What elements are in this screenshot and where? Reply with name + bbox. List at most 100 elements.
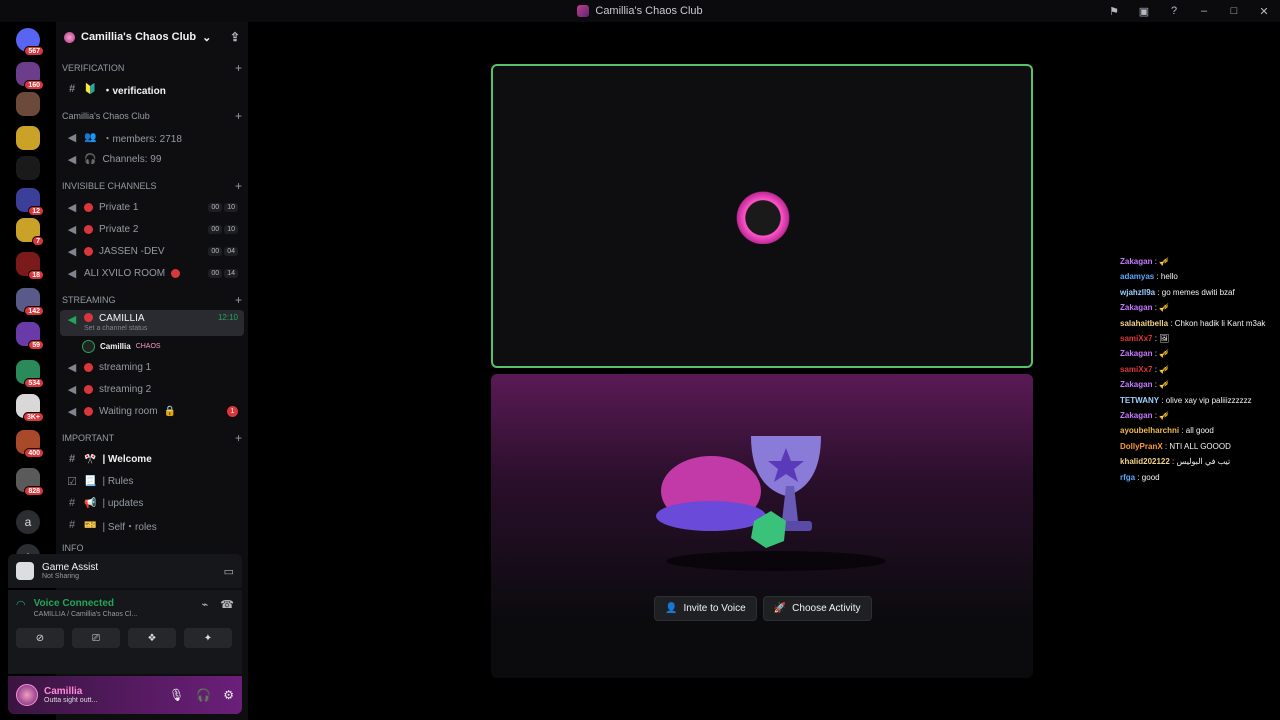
gear-icon[interactable]: ⚙ [223,688,234,702]
guild-server-10[interactable]: 534 [16,360,44,388]
chat-username: adamyas [1120,272,1155,282]
guild-server-1[interactable]: 160 [16,62,44,90]
screen-share-icon[interactable]: ▭ [224,565,234,578]
add-channel-icon[interactable]: + [235,179,242,193]
guild-server-6[interactable]: 7 [16,218,44,246]
disconnect-icon[interactable]: ☎ [220,598,234,611]
user-panel: Camillia Outta sight outt... 🎙 🎧 ⚙ [8,676,242,714]
add-channel-icon[interactable]: + [235,61,242,75]
guild-badge: 160 [24,80,44,90]
noise-suppression-icon[interactable]: ⌁ [202,598,209,611]
channel-camillia[interactable]: ◀ CAMILLIA 12:10 Set a channel status [60,310,244,336]
guild-server-9[interactable]: 59 [16,322,44,350]
category-invisible[interactable]: INVISIBLE CHANNELS + [56,176,248,196]
share-screen-button[interactable]: ⎚ [72,628,120,648]
camera-off-button[interactable]: ⊘ [16,628,64,648]
add-member-icon[interactable]: ⇪ [230,30,240,44]
chat-text: : 🎺 [1154,257,1170,266]
maximize-button[interactable]: □ [1226,3,1242,19]
user-status: Outta sight outt... [44,697,98,704]
headphones-icon: 🎧 [84,153,97,165]
chat-message: Zakagan : 🎺 [1120,408,1280,423]
category-streaming[interactable]: STREAMING + [56,290,248,310]
guild-server-4[interactable] [16,156,40,180]
channel-members[interactable]: ◀ 👥 ・members: 2718 [60,126,244,148]
close-button[interactable]: ✕ [1256,3,1272,19]
chat-message: samiXx7 : 🖼 [1120,331,1280,346]
voice-user-name: Camillia [100,341,131,351]
invite-to-voice-button[interactable]: 👤 Invite to Voice [654,596,757,621]
guild-server-7[interactable]: 18 [16,252,44,280]
channel-waiting-room[interactable]: ◀ Waiting room 🔒 1 [60,400,244,422]
chat-text: : 🎺 [1154,411,1170,421]
channel-jassen[interactable]: ◀ JASSEN -DEV 00 04 [60,240,244,262]
user-name: Camillia [44,686,83,697]
minimize-button[interactable]: – [1196,3,1212,19]
chat-username: Zakagan [1120,257,1153,266]
guild-server-8[interactable]: 142 [16,288,44,316]
channel-status[interactable]: Set a channel status [84,325,147,332]
chat-username: Zakagan [1120,303,1153,313]
guild-badge: 18 [28,270,44,280]
channel-label: ・verification [102,85,166,97]
category-important[interactable]: IMPORTANT + [56,428,248,448]
server-header[interactable]: Camillia's Chaos Club ⌄ ⇪ [56,22,248,52]
chat-message: rfga : good [1120,470,1280,485]
chat-message: Zakagan : 🎺 [1120,254,1280,269]
category-verification[interactable]: VERIFICATION + [56,58,248,78]
guild-server-13[interactable]: 828 [16,468,44,496]
category-club[interactable]: Camillia's Chaos Club + [56,106,248,126]
voice-user[interactable]: Camillia CHAOS [56,336,248,356]
channel-count[interactable]: ◀ 🎧 Channels: 99 [60,148,244,170]
user-count: 00 [208,202,223,212]
user-video-tile[interactable] [491,64,1033,368]
server-name: Camillia's Chaos Club [81,31,197,43]
category-label: VERIFICATION [62,63,125,73]
inbox-icon[interactable]: ▣ [1136,3,1152,19]
channel-roles[interactable]: # 🎫 | Self・roles [60,514,244,536]
guild-server-12[interactable]: 400 [16,430,44,458]
guild-server-3[interactable] [16,126,40,150]
avatar[interactable] [16,684,38,706]
help-icon[interactable]: ? [1166,3,1182,19]
category-label: STREAMING [62,295,116,305]
channel-label: | Welcome [102,453,152,465]
mention-badge: 1 [227,405,238,417]
add-channel-icon[interactable]: + [235,109,242,123]
add-channel-icon[interactable]: + [235,431,242,445]
voice-status-title[interactable]: Voice Connected [34,598,138,609]
guild-server-5[interactable]: 12 [16,188,44,216]
user-limit: 04 [224,246,238,256]
voice-channel-path[interactable]: CAMILLIA / Camillia's Chaos Cl... [34,611,138,618]
flag-icon[interactable]: ⚑ [1106,3,1122,19]
channel-label: Waiting room [99,405,158,417]
channel-streaming-1[interactable]: ◀ streaming 1 [60,356,244,378]
chat-username: Zakagan [1120,411,1153,421]
channel-streaming-2[interactable]: ◀ streaming 2 [60,378,244,400]
guild-badge: 12 [28,206,44,216]
headphones-icon[interactable]: 🎧 [196,688,211,702]
microphone-icon[interactable]: 🎙 [169,688,184,702]
chat-username: Zakagan [1120,349,1153,359]
guild-server-2[interactable] [16,92,40,116]
add-channel-icon[interactable]: + [235,293,242,307]
channel-ali[interactable]: ◀ ALI XVILO ROOM 00 14 [60,262,244,284]
user-limit: 10 [224,202,238,212]
channel-welcome[interactable]: # 🎌 | Welcome [60,448,244,470]
channel-verification[interactable]: # 🔰 ・verification [60,78,244,100]
channel-private-2[interactable]: ◀ Private 2 00 10 [60,218,244,240]
guild-server-14[interactable]: a [16,510,40,534]
guild-server-11[interactable]: 3K+ [16,394,44,422]
channel-rules[interactable]: ☑ 📃 | Rules [60,470,244,492]
category-info[interactable]: INFO [56,542,248,554]
chat-message: Zakagan : 🎺 [1120,300,1280,315]
red-dot-icon [84,406,93,416]
guild-home[interactable]: 567 [16,28,44,56]
channel-label: ・members: 2718 [102,133,182,145]
channel-updates[interactable]: # 📢 | updates [60,492,244,514]
choose-activity-button[interactable]: 🚀 Choose Activity [762,596,872,621]
channel-private-1[interactable]: ◀ Private 1 00 10 [60,196,244,218]
soundboard-button[interactable]: ✦ [184,628,232,648]
chat-message: wjahzll9a : go memes dwiti bzaf [1120,285,1280,300]
activities-button[interactable]: ❖ [128,628,176,648]
